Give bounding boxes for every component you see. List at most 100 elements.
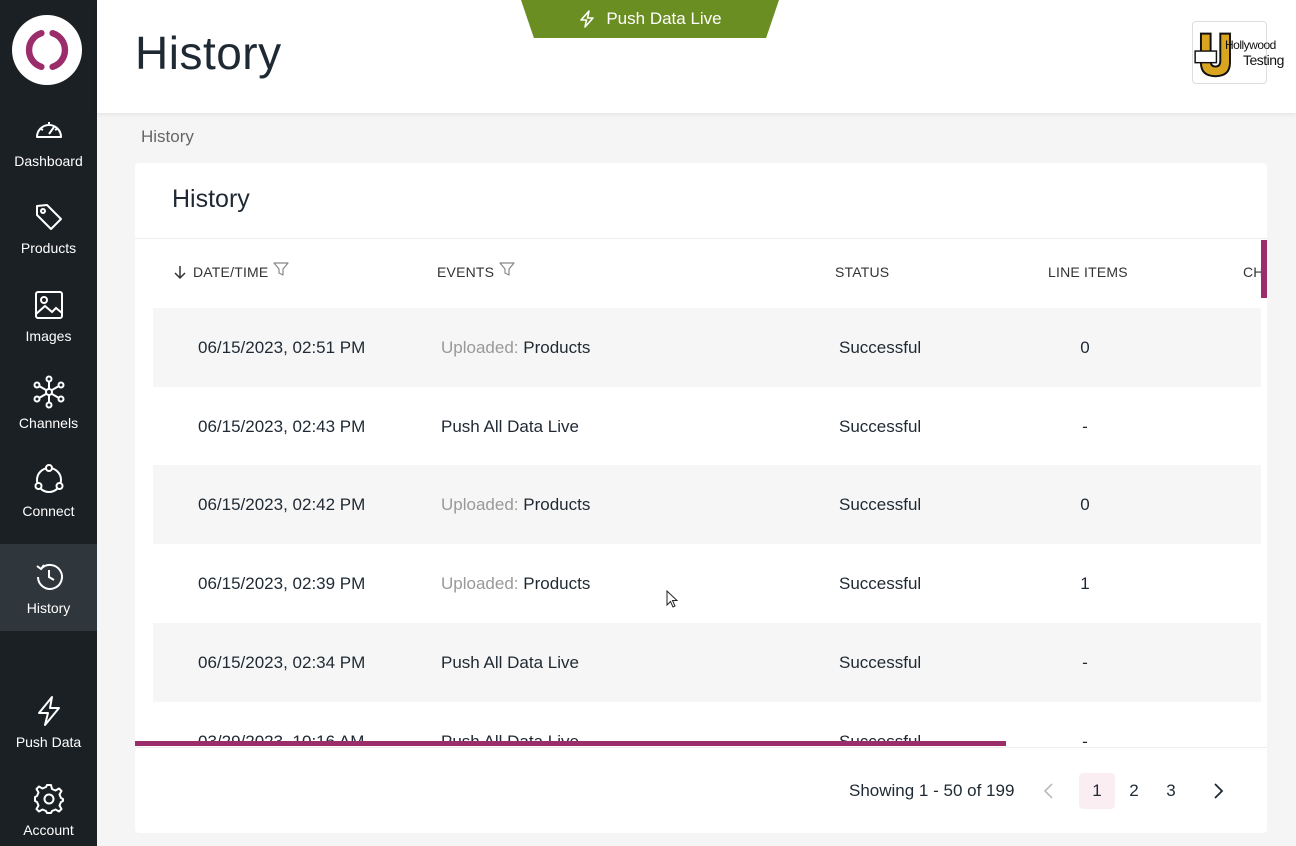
cell-status: Successful — [839, 338, 922, 357]
cell-event: Push All Data Live — [441, 623, 579, 702]
cell-line-items: 1 — [1080, 574, 1090, 593]
mouse-cursor-icon — [666, 590, 679, 608]
sidebar-item-images[interactable]: Images — [0, 272, 97, 359]
sidebar-item-channels[interactable]: Channels — [0, 359, 97, 446]
column-header-label: STATUS — [835, 264, 890, 280]
sidebar-item-label: Products — [20, 239, 77, 256]
event-prefix: Uploaded: — [441, 338, 519, 357]
cell-status: Successful — [839, 495, 922, 514]
divider — [135, 238, 1267, 239]
top-header: History Push Data Live Hollywood Testing — [97, 0, 1296, 113]
cell-event: Push All Data Live — [441, 702, 579, 746]
app-logo[interactable] — [12, 15, 82, 85]
sidebar-item-label: History — [26, 599, 71, 616]
page-title: History — [135, 27, 282, 79]
column-header-events[interactable]: EVENTS — [437, 261, 515, 280]
cell-status: Successful — [839, 574, 922, 593]
filter-funnel-icon[interactable] — [499, 261, 515, 277]
history-card: History DATE/TIME EVENTS STATUS LINE ITE… — [135, 163, 1267, 833]
cell-line-items: - — [1082, 653, 1088, 672]
cell-date: 03/29/2023, 10:16 AM — [198, 732, 365, 746]
table-row[interactable]: 06/15/2023, 02:34 PM Push All Data Live … — [153, 623, 1261, 702]
lightning-icon — [580, 10, 595, 28]
table-row[interactable]: 06/15/2023, 02:43 PM Push All Data Live … — [153, 387, 1261, 466]
cell-event: Uploaded: Products — [441, 544, 590, 623]
event-prefix: Uploaded: — [441, 574, 519, 593]
sidebar-item-label: Dashboard — [14, 152, 83, 169]
history-clock-icon — [35, 563, 63, 590]
cell-date: 06/15/2023, 02:51 PM — [198, 338, 366, 357]
chevron-left-icon — [1043, 783, 1053, 799]
sidebar-item-label: Push Data — [15, 733, 82, 750]
push-data-live-button[interactable]: Push Data Live — [521, 0, 779, 38]
sidebar-item-products[interactable]: Products — [0, 184, 97, 271]
cell-line-items: - — [1082, 417, 1088, 436]
column-header-label: LINE ITEMS — [1048, 264, 1128, 280]
cell-event: Push All Data Live — [441, 387, 579, 466]
column-header-label: DATE/TIME — [193, 264, 269, 280]
cell-event: Uploaded: Products — [441, 465, 590, 544]
pagination-page-1[interactable]: 1 — [1079, 773, 1115, 809]
sidebar-item-history[interactable]: History — [0, 544, 97, 631]
network-icon — [33, 375, 64, 408]
cell-status: Successful — [839, 653, 922, 672]
sidebar: Dashboard Products Images Channels Conne… — [0, 0, 97, 846]
dashboard-gauge-icon — [35, 121, 62, 138]
sidebar-item-push-data[interactable]: Push Data — [0, 678, 97, 765]
company-brand-logo[interactable]: Hollywood Testing — [1192, 21, 1284, 84]
tag-icon — [35, 203, 62, 230]
event-text: Push All Data Live — [441, 653, 579, 672]
table-row[interactable]: 06/15/2023, 02:42 PM Uploaded: Products … — [153, 465, 1261, 544]
divider — [135, 747, 1267, 748]
sidebar-item-label: Images — [25, 327, 72, 344]
cell-status: Successful — [839, 417, 922, 436]
cell-date: 06/15/2023, 02:39 PM — [198, 574, 366, 593]
vertical-scrollbar[interactable] — [1261, 240, 1267, 298]
sidebar-item-account[interactable]: Account — [0, 766, 97, 846]
sidebar-item-label: Connect — [22, 502, 75, 519]
column-header-line-items[interactable]: LINE ITEMS — [1048, 264, 1128, 280]
event-text: Push All Data Live — [441, 417, 579, 436]
horizontal-scrollbar[interactable] — [135, 741, 1006, 746]
event-text: Products — [523, 574, 591, 593]
sort-arrow-down-icon — [174, 266, 186, 280]
brand-logo-icon — [25, 30, 69, 71]
sidebar-item-label: Account — [23, 821, 74, 838]
cell-date: 06/15/2023, 02:34 PM — [198, 653, 366, 672]
history-table-body: 06/15/2023, 02:51 PM Uploaded: Products … — [153, 308, 1261, 746]
lightning-icon — [37, 695, 60, 726]
event-prefix: Uploaded: — [441, 495, 519, 514]
cell-event: Uploaded: Products — [441, 308, 590, 387]
chevron-right-icon — [1214, 783, 1224, 799]
pagination-page-2[interactable]: 2 — [1116, 773, 1152, 809]
cell-date: 06/15/2023, 02:42 PM — [198, 495, 366, 514]
event-text: Products — [523, 338, 591, 357]
brand-text-line1: Hollywood — [1225, 38, 1276, 52]
pagination-prev-button[interactable] — [1031, 773, 1067, 809]
breadcrumb[interactable]: History — [141, 127, 194, 147]
pagination-next-button[interactable] — [1200, 773, 1236, 809]
pagination-summary: Showing 1 - 50 of 199 — [849, 781, 1015, 800]
cell-status: Successful — [839, 732, 922, 746]
column-header-date[interactable]: DATE/TIME — [172, 261, 290, 280]
column-header-label: EVENTS — [437, 264, 495, 280]
table-row[interactable]: 03/29/2023, 10:16 AM Push All Data Live … — [153, 702, 1261, 746]
filter-funnel-icon[interactable] — [273, 261, 290, 277]
cell-date: 06/15/2023, 02:43 PM — [198, 417, 366, 436]
table-row[interactable]: 06/15/2023, 02:51 PM Uploaded: Products … — [153, 308, 1261, 387]
push-data-live-label: Push Data Live — [606, 9, 722, 28]
cell-line-items: 0 — [1080, 338, 1090, 357]
sidebar-item-dashboard[interactable]: Dashboard — [0, 97, 97, 184]
brand-text-line2: Testing — [1243, 52, 1284, 68]
table-row[interactable]: 06/15/2023, 02:39 PM Uploaded: Products … — [153, 544, 1261, 623]
sidebar-item-connect[interactable]: Connect — [0, 447, 97, 534]
sidebar-item-label: Channels — [18, 414, 79, 431]
column-header-status[interactable]: STATUS — [835, 264, 889, 280]
pagination-page-3[interactable]: 3 — [1153, 773, 1189, 809]
connect-cycle-icon — [34, 463, 63, 493]
cell-line-items: - — [1082, 732, 1088, 746]
card-title: History — [172, 185, 250, 213]
image-icon — [34, 290, 63, 319]
event-text: Products — [523, 495, 591, 514]
cell-line-items: 0 — [1080, 495, 1090, 514]
